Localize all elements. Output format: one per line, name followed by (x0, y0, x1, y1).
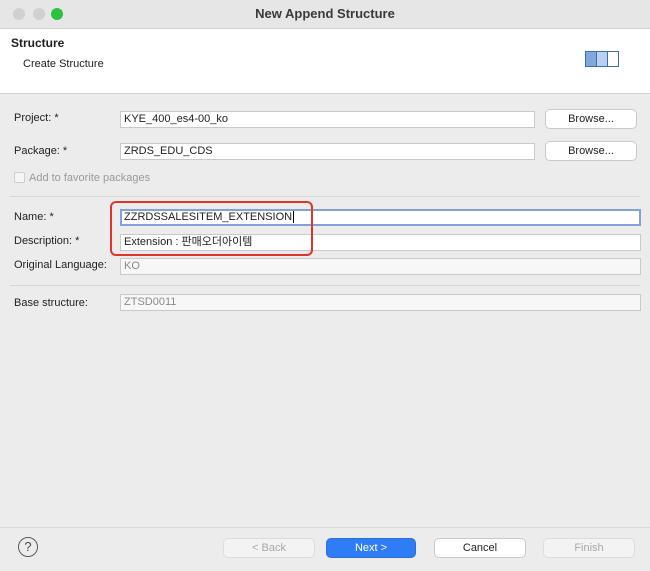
package-field[interactable]: ZRDS_EDU_CDS (120, 143, 535, 160)
wizard-banner-icon (585, 51, 621, 67)
finish-button[interactable]: Finish (543, 538, 635, 558)
project-browse-button[interactable]: Browse... (545, 109, 637, 129)
package-label: Package: * (14, 145, 68, 157)
name-label: Name: * (14, 211, 54, 223)
favorite-checkbox[interactable] (14, 172, 25, 183)
window-title: New Append Structure (255, 6, 395, 21)
footer-separator (0, 527, 650, 528)
favorite-label: Add to favorite packages (29, 172, 151, 184)
wizard-page-subtitle: Create Structure (23, 58, 104, 70)
project-label: Project: * (14, 112, 59, 124)
cancel-button[interactable]: Cancel (434, 538, 526, 558)
original-language-label: Original Language: (14, 259, 107, 271)
separator (10, 285, 640, 286)
back-button[interactable]: < Back (223, 538, 315, 558)
original-language-field: KO (120, 258, 641, 275)
next-button[interactable]: Next > (326, 538, 416, 558)
help-icon[interactable]: ? (18, 537, 38, 557)
separator (10, 196, 640, 197)
wizard-page-title: Structure (11, 36, 65, 50)
project-field[interactable]: KYE_400_es4-00_ko (120, 111, 535, 128)
package-browse-button[interactable]: Browse... (545, 141, 637, 161)
window-titlebar: New Append Structure (0, 0, 650, 29)
highlight-box (110, 201, 313, 256)
wizard-header: Structure Create Structure (0, 29, 650, 94)
base-structure-field: ZTSD0011 (120, 294, 641, 311)
base-structure-label: Base structure: (14, 297, 88, 309)
description-label: Description: * (14, 235, 80, 247)
